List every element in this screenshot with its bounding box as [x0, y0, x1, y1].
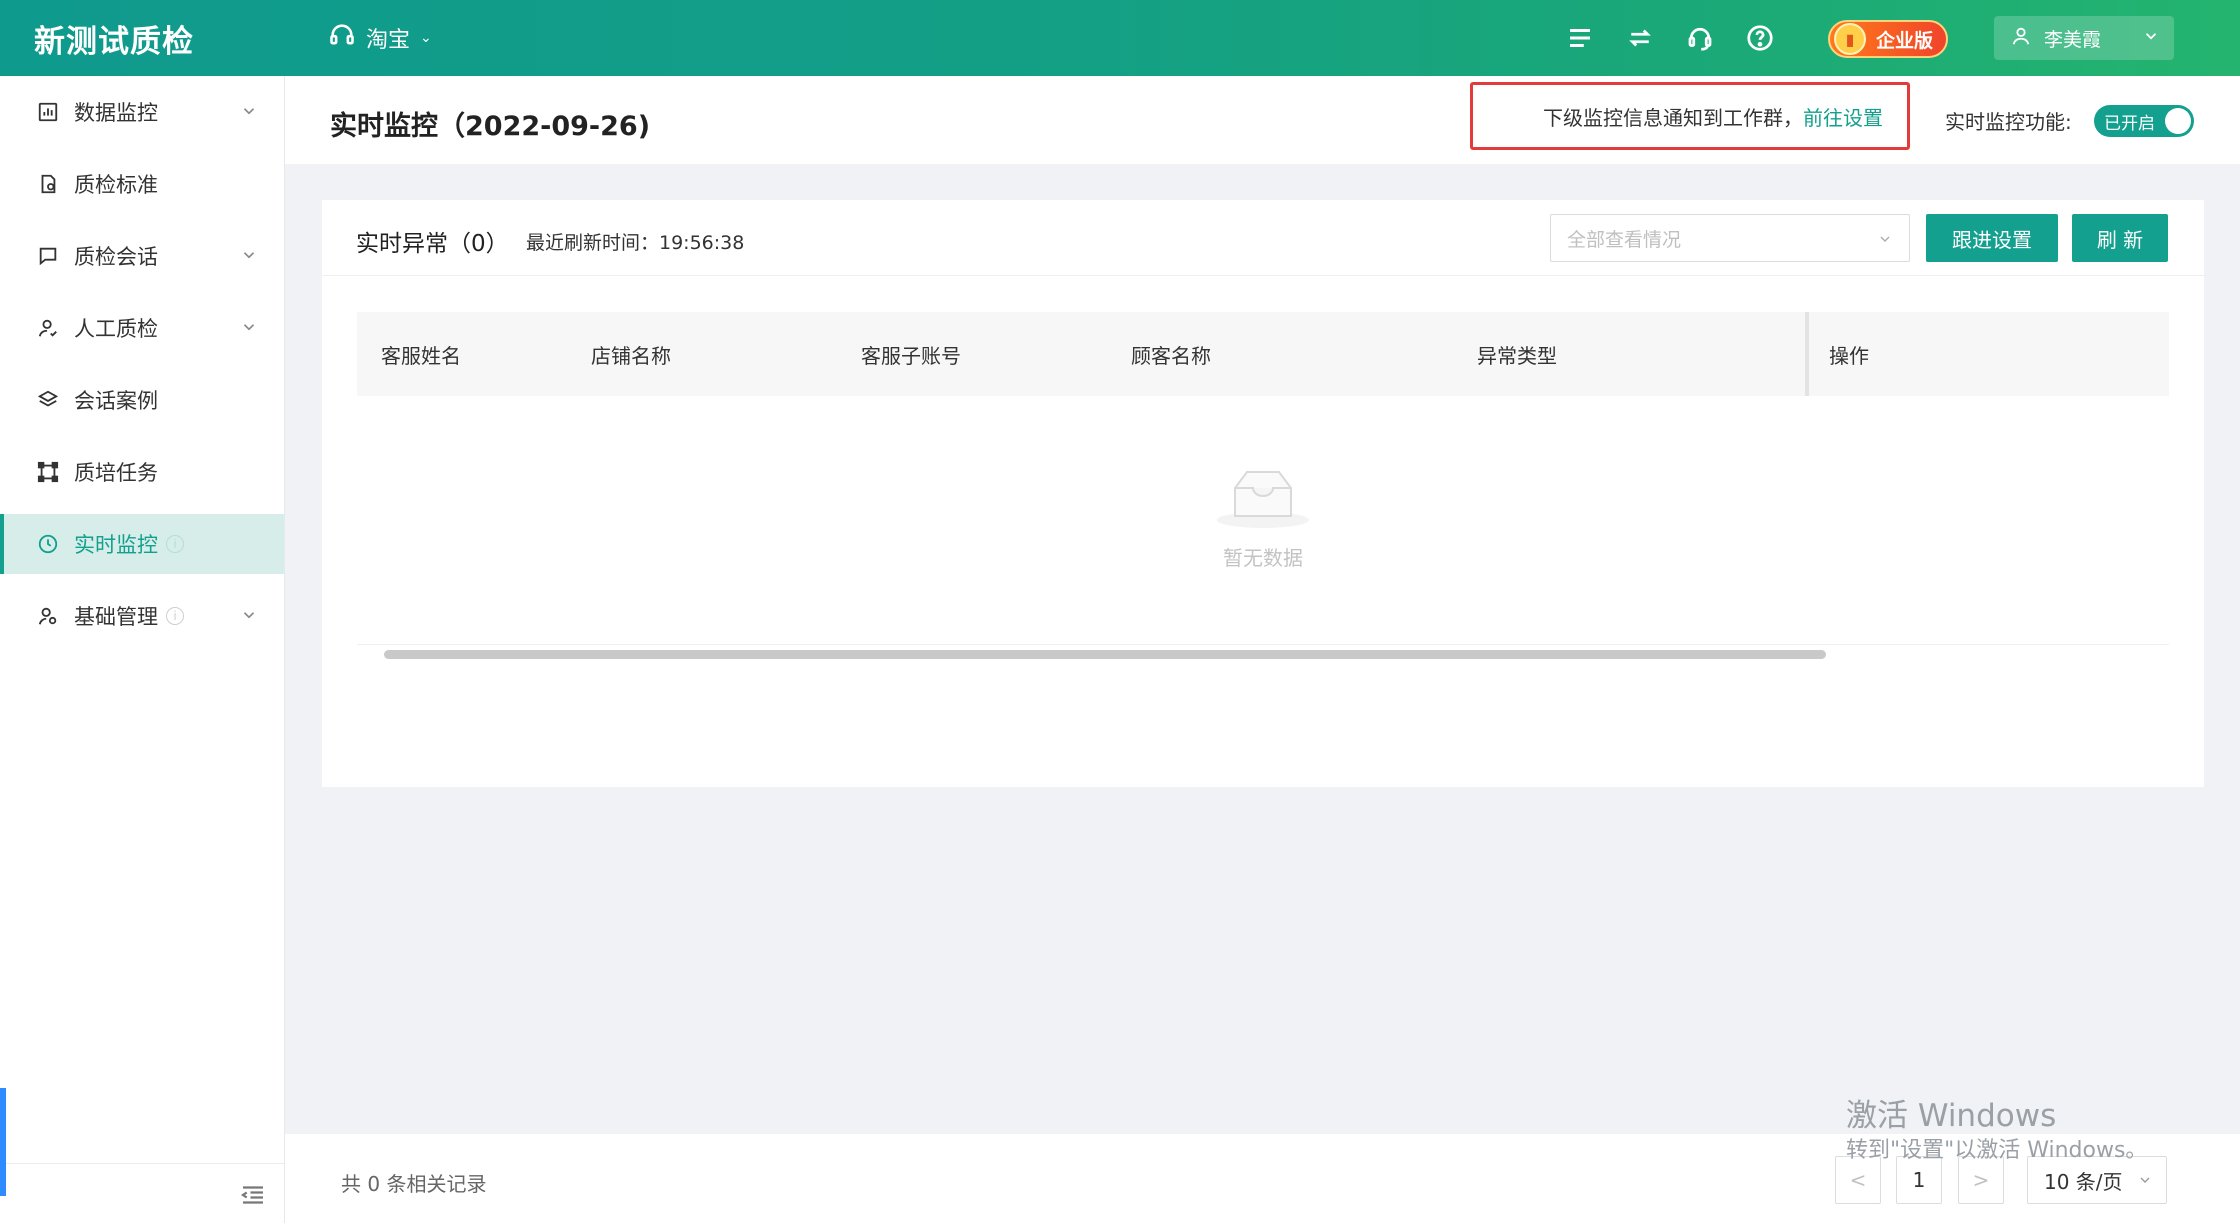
- horizontal-scrollbar[interactable]: [384, 650, 1826, 659]
- layers-icon: [36, 388, 60, 412]
- chevron-down-icon: [243, 612, 255, 619]
- col-exception-type: 异常类型: [1477, 343, 1557, 368]
- swap-icon[interactable]: [1624, 22, 1656, 54]
- refresh-button[interactable]: 刷 新: [2072, 214, 2168, 262]
- chevron-down-icon: ⌄: [420, 30, 432, 46]
- total-records: 共 0 条相关记录: [341, 1172, 487, 1196]
- go-settings-link[interactable]: 前往设置: [1803, 102, 1883, 131]
- platform-label: 淘宝: [366, 28, 411, 53]
- sidebar-item-basic-management[interactable]: 基础管理 i: [0, 586, 284, 646]
- realtime-exception-card: 实时异常（0） 最近刷新时间：19:56:38 全部查看情况 跟进设置 刷 新 …: [322, 200, 2204, 787]
- notice-text: 下级监控信息通知到工作群，: [1543, 105, 1803, 130]
- bar-chart-icon: [36, 100, 60, 124]
- info-icon[interactable]: i: [166, 607, 184, 625]
- enterprise-label: 企业版: [1876, 29, 1934, 52]
- user-icon: [2010, 25, 2032, 52]
- page-size-label: 10 条/页: [2044, 1169, 2123, 1194]
- sidebar-footer: [0, 1163, 284, 1223]
- toggle-knob: [2165, 108, 2191, 134]
- notice-box: 下级监控信息通知到工作群， 前往设置: [1470, 82, 1910, 150]
- card-header: 实时异常（0） 最近刷新时间：19:56:38 全部查看情况 跟进设置 刷 新: [322, 200, 2204, 276]
- activation-watermark-hint: 转到"设置"以激活 Windows。: [1846, 1138, 2148, 1163]
- top-header: 新测试质检 淘宝 ⌄ ▮ 企业版 李美霞: [0, 0, 2240, 76]
- empty-inbox-icon: [1217, 471, 1309, 528]
- last-refresh-time: 最近刷新时间：19:56:38: [526, 232, 745, 254]
- user-settings-icon: [36, 604, 60, 628]
- status-filter-select[interactable]: 全部查看情况: [1550, 214, 1910, 262]
- sidebar-item-label: 数据监控: [74, 101, 158, 125]
- chat-icon: [36, 244, 60, 268]
- page-title: 实时监控（2022-09-26): [330, 111, 651, 142]
- sidebar-item-label: 基础管理: [74, 605, 158, 629]
- col-actions: 操作: [1805, 312, 1869, 396]
- sidebar-item-qc-session[interactable]: 质检会话: [0, 226, 284, 286]
- headset-icon[interactable]: [1684, 22, 1716, 54]
- chevron-down-icon: [2142, 27, 2160, 50]
- sidebar: 数据监控 质检标准 质检会话 人工质检 会话案例 质培任务 实时监控 i 基础管…: [0, 76, 285, 1223]
- chevron-down-icon: [1880, 236, 1890, 242]
- side-tab-strip[interactable]: [0, 1088, 6, 1196]
- info-icon[interactable]: i: [166, 535, 184, 553]
- card-title: 实时异常（0）: [356, 231, 509, 257]
- sidebar-item-session-cases[interactable]: 会话案例: [0, 370, 284, 430]
- table-header: 客服姓名 店铺名称 客服子账号 顾客名称 异常类型 操作: [357, 312, 2169, 396]
- collapse-menu-icon[interactable]: [238, 1180, 268, 1210]
- chevron-down-icon: [243, 252, 255, 259]
- monitor-function-label: 实时监控功能:: [1945, 110, 2072, 134]
- brand-title: 新测试质检: [34, 23, 194, 60]
- chevron-down-icon: [243, 324, 255, 331]
- col-sub-account: 客服子账号: [861, 343, 961, 368]
- select-placeholder: 全部查看情况: [1567, 228, 1682, 251]
- platform-selector[interactable]: 淘宝 ⌄: [328, 0, 432, 76]
- follow-settings-button[interactable]: 跟进设置: [1926, 214, 2058, 262]
- sidebar-item-manual-qc[interactable]: 人工质检: [0, 298, 284, 358]
- sidebar-item-training-tasks[interactable]: 质培任务: [0, 442, 284, 502]
- activation-watermark-title: 激活 Windows: [1846, 1098, 2057, 1134]
- sidebar-item-label: 会话案例: [74, 389, 158, 413]
- enterprise-badge[interactable]: ▮ 企业版: [1828, 20, 1948, 58]
- toggle-label: 已开启: [2104, 113, 2155, 134]
- sidebar-item-label: 质培任务: [74, 461, 158, 485]
- sidebar-item-qc-standard[interactable]: 质检标准: [0, 154, 284, 214]
- help-icon[interactable]: [1744, 22, 1776, 54]
- list-icon[interactable]: [1564, 22, 1596, 54]
- empty-state: 暂无数据: [322, 462, 2204, 571]
- sidebar-item-data-monitor[interactable]: 数据监控: [0, 82, 284, 142]
- col-store-name: 店铺名称: [591, 343, 671, 368]
- monitor-toggle[interactable]: 已开启: [2094, 105, 2194, 137]
- sidebar-item-label: 人工质检: [74, 317, 158, 341]
- person-icon: [36, 316, 60, 340]
- username: 李美霞: [2044, 28, 2102, 51]
- frame-icon: [36, 460, 60, 484]
- doc-check-icon: [36, 172, 60, 196]
- chevron-down-icon: [243, 108, 255, 115]
- coin-icon: ▮: [1834, 23, 1866, 55]
- sidebar-item-label: 质检标准: [74, 173, 158, 197]
- clock-icon: [36, 532, 60, 556]
- user-menu[interactable]: 李美霞: [1994, 16, 2174, 60]
- col-customer-name: 顾客名称: [1131, 343, 1211, 368]
- headset-icon: [328, 21, 356, 55]
- sidebar-item-label: 质检会话: [74, 245, 158, 269]
- col-agent-name: 客服姓名: [381, 343, 461, 368]
- chevron-down-icon: [2140, 1177, 2150, 1183]
- sidebar-item-label: 实时监控: [74, 533, 158, 557]
- table-divider: [357, 644, 2169, 645]
- sidebar-item-realtime-monitor[interactable]: 实时监控 i: [0, 514, 284, 574]
- empty-text: 暂无数据: [1223, 546, 1303, 570]
